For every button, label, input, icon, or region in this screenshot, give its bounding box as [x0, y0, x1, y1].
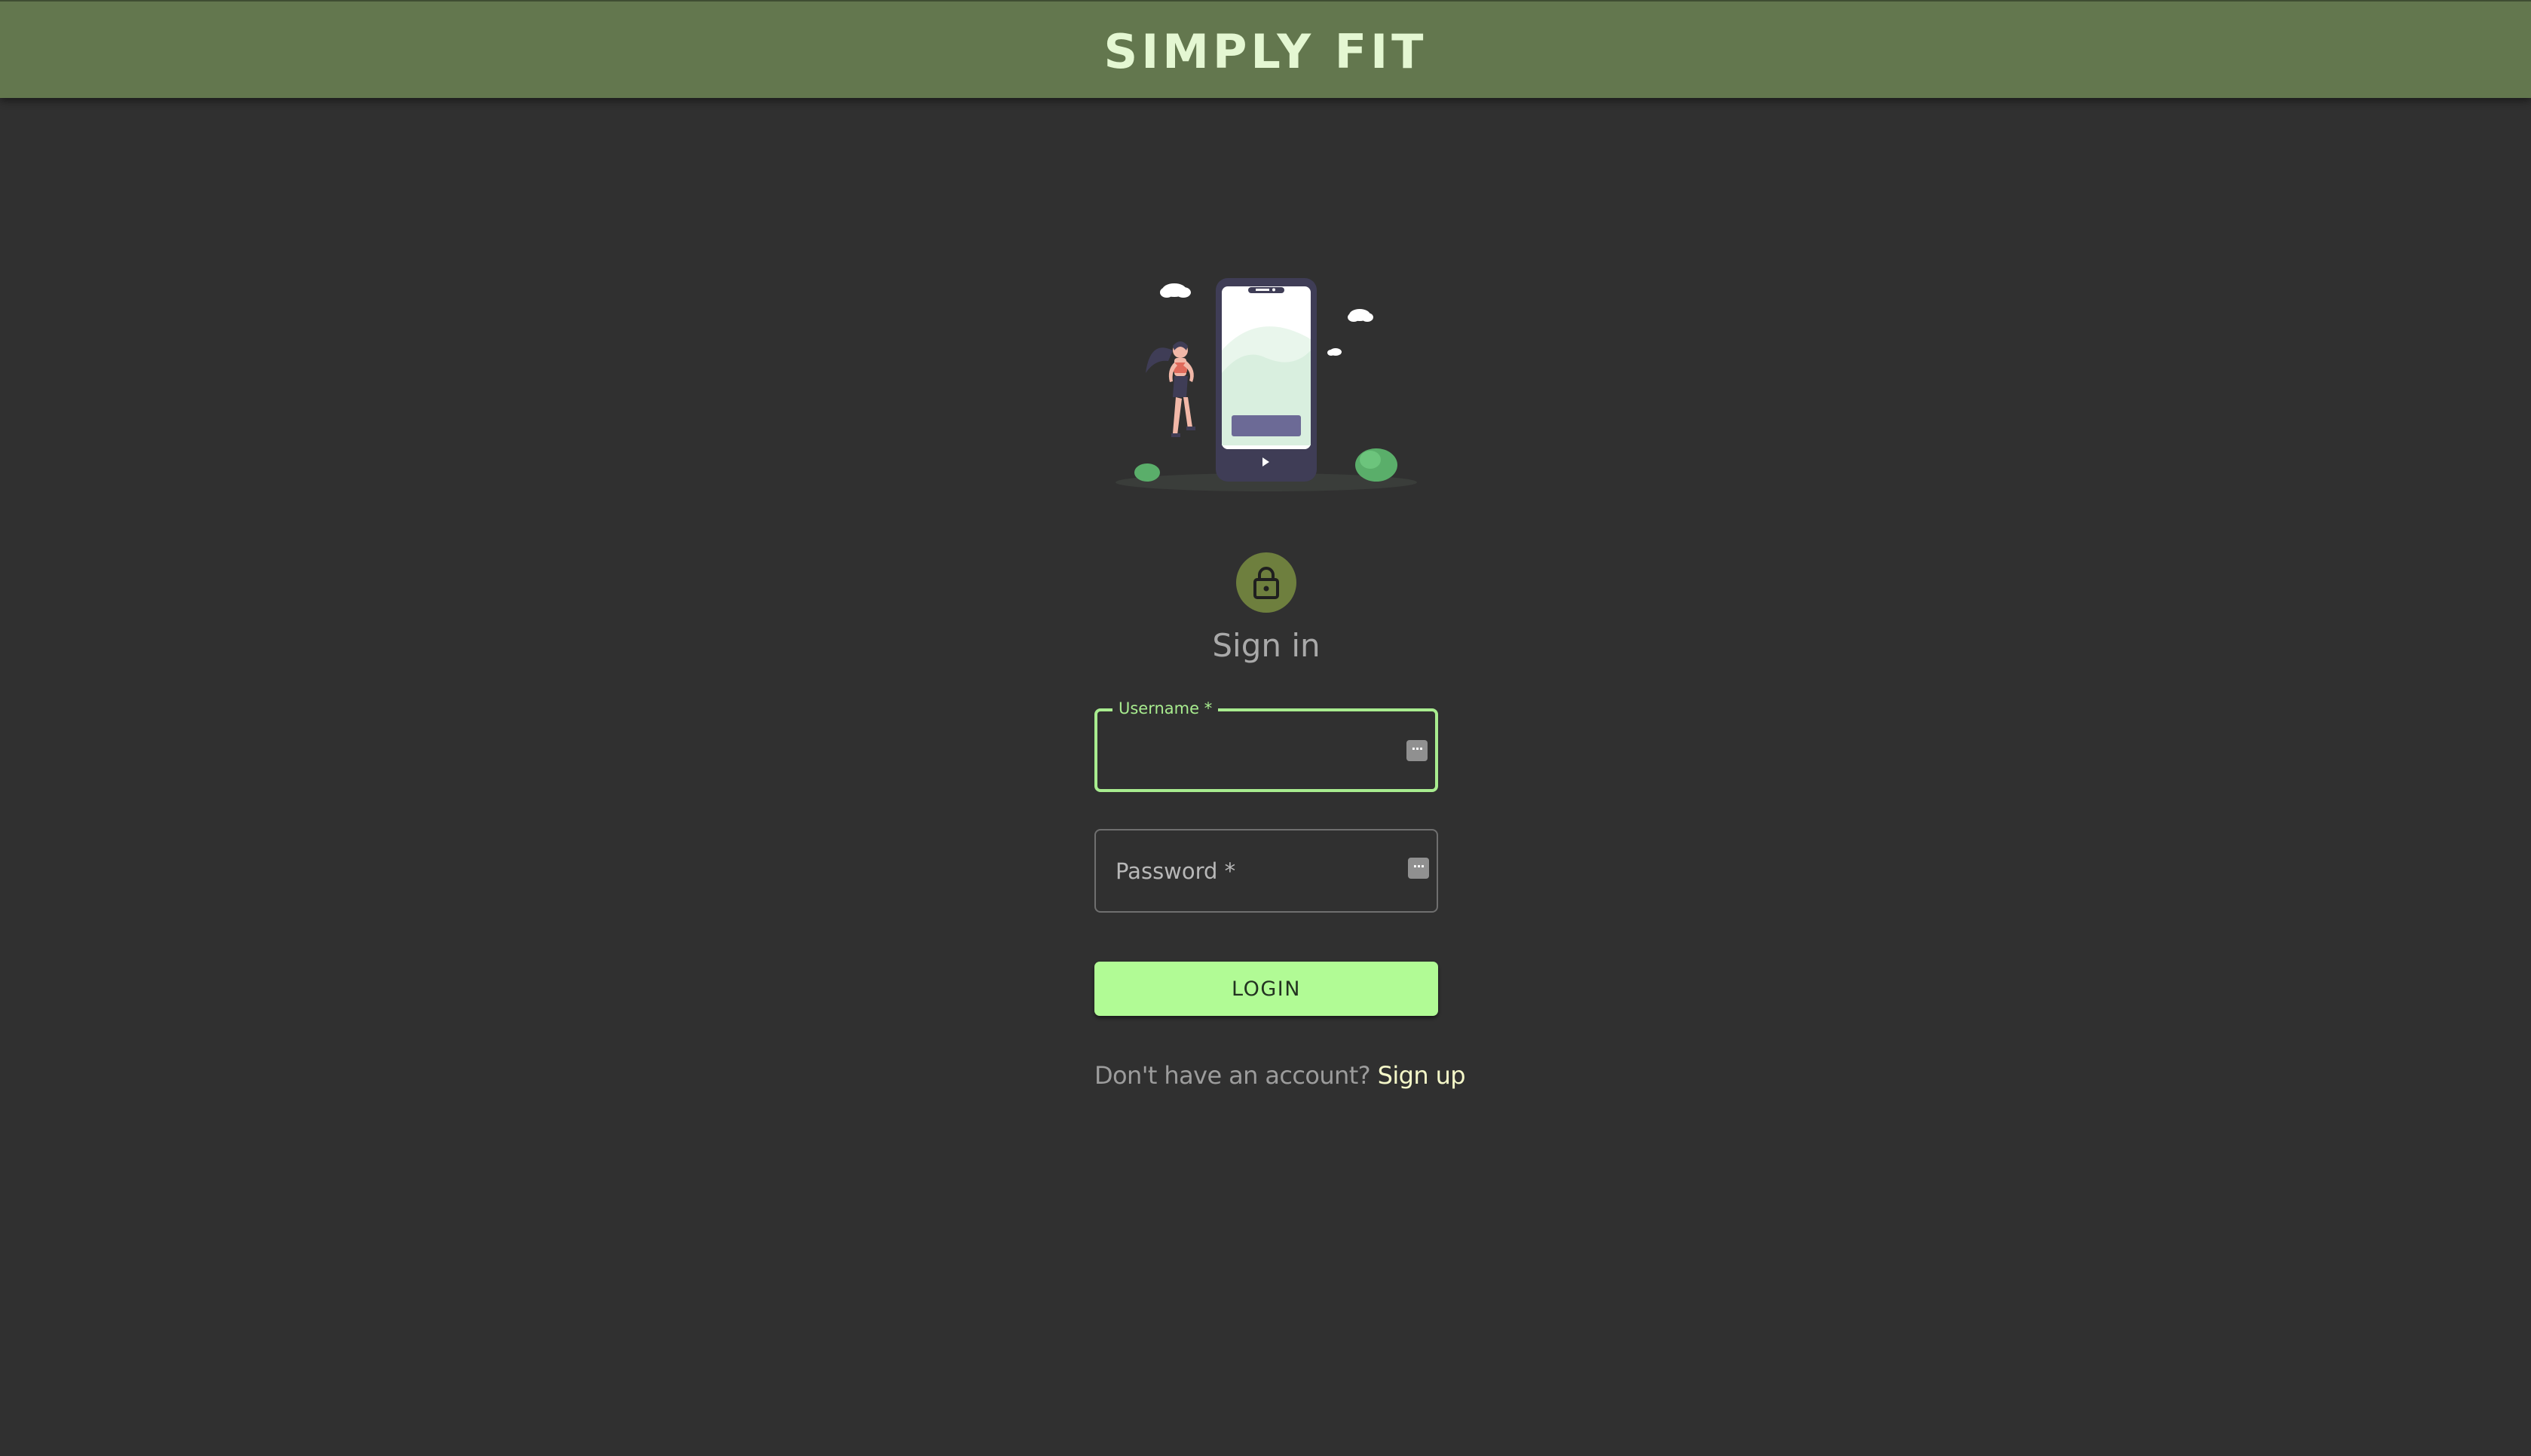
lock-icon — [1253, 567, 1279, 599]
password-input[interactable] — [1112, 830, 1387, 913]
password-manager-icon[interactable]: ··· — [1406, 740, 1428, 761]
signup-prompt: Don't have an account? — [1094, 1061, 1371, 1090]
app-bar: SIMPLY FIT — [0, 0, 2531, 98]
username-field[interactable]: Username * ··· — [1094, 698, 1438, 792]
login-button[interactable]: LOGIN — [1094, 962, 1438, 1016]
app-title: SIMPLY FIT — [1103, 23, 1428, 79]
username-input[interactable] — [1114, 711, 1388, 791]
signup-row: Don't have an account? Sign up — [1094, 1061, 1466, 1090]
password-manager-icon[interactable]: ··· — [1408, 858, 1429, 879]
fitness-phone-illustration — [1108, 268, 1425, 497]
password-field[interactable]: Password * ··· — [1094, 829, 1438, 913]
signup-link[interactable]: Sign up — [1378, 1061, 1466, 1090]
lock-avatar — [1236, 552, 1296, 613]
sign-in-heading: Sign in — [1212, 627, 1321, 664]
